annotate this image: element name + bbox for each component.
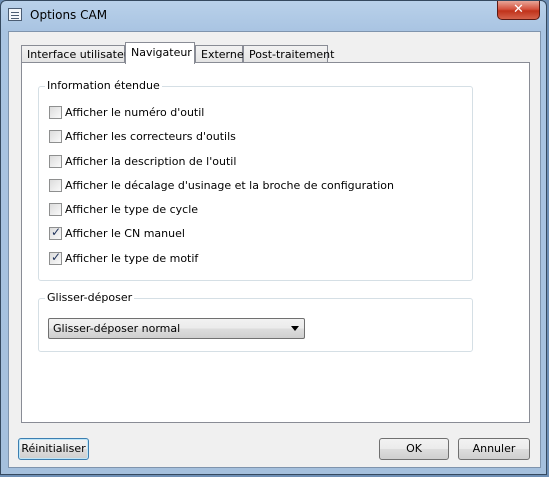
tab-interface-utilisateur[interactable]: Interface utilisateur xyxy=(21,45,135,63)
checkbox[interactable] xyxy=(49,179,62,192)
options-cam-dialog: Options CAM ✕ Interface utilisateur Navi… xyxy=(0,0,547,475)
chevron-down-icon[interactable] xyxy=(291,326,299,331)
checkbox[interactable] xyxy=(49,225,62,240)
tab-panel-navigateur: Information étendue Afficher le numéro d… xyxy=(21,62,530,423)
option-label: Afficher les correcteurs d'outils xyxy=(65,130,236,143)
selected-value: Glisser-déposer normal xyxy=(53,322,181,335)
option-label: Afficher le numéro d'outil xyxy=(65,106,205,119)
group-title: Glisser-déposer xyxy=(45,291,135,304)
cancel-button[interactable]: Annuler xyxy=(458,438,530,460)
drag-drop-select[interactable]: Glisser-déposer normal xyxy=(48,318,305,339)
group-title: Information étendue xyxy=(45,79,162,92)
drag-drop-group: Glisser-déposer Glisser-déposer normal xyxy=(38,291,473,352)
title-bar[interactable]: Options CAM ✕ xyxy=(1,1,546,31)
dialog-client-area: Interface utilisateur Navigateur Externe… xyxy=(8,31,541,468)
checkbox[interactable] xyxy=(49,106,62,119)
ok-button[interactable]: OK xyxy=(379,438,449,460)
tab-navigateur[interactable]: Navigateur xyxy=(125,42,195,64)
checkbox[interactable] xyxy=(49,155,62,168)
checkbox[interactable] xyxy=(49,250,62,265)
option-label: Afficher le type de cycle xyxy=(65,203,199,216)
reset-button[interactable]: Réinitialiser xyxy=(18,438,89,460)
option-label: Afficher le décalage d'usinage et la bro… xyxy=(65,179,394,192)
checkbox[interactable] xyxy=(49,130,62,143)
option-label: Afficher la description de l'outil xyxy=(65,155,237,168)
checkbox[interactable] xyxy=(49,203,62,216)
close-icon[interactable]: ✕ xyxy=(497,1,540,20)
extended-info-group: Information étendue Afficher le numéro d… xyxy=(38,79,473,281)
option-label: Afficher le CN manuel xyxy=(65,227,185,240)
tab-externe[interactable]: Externe xyxy=(195,45,244,63)
tab-post-traitement[interactable]: Post-traitement xyxy=(243,45,334,63)
option-label: Afficher le type de motif xyxy=(65,252,199,265)
window-title: Options CAM xyxy=(30,8,108,22)
window-list-icon xyxy=(8,8,22,21)
